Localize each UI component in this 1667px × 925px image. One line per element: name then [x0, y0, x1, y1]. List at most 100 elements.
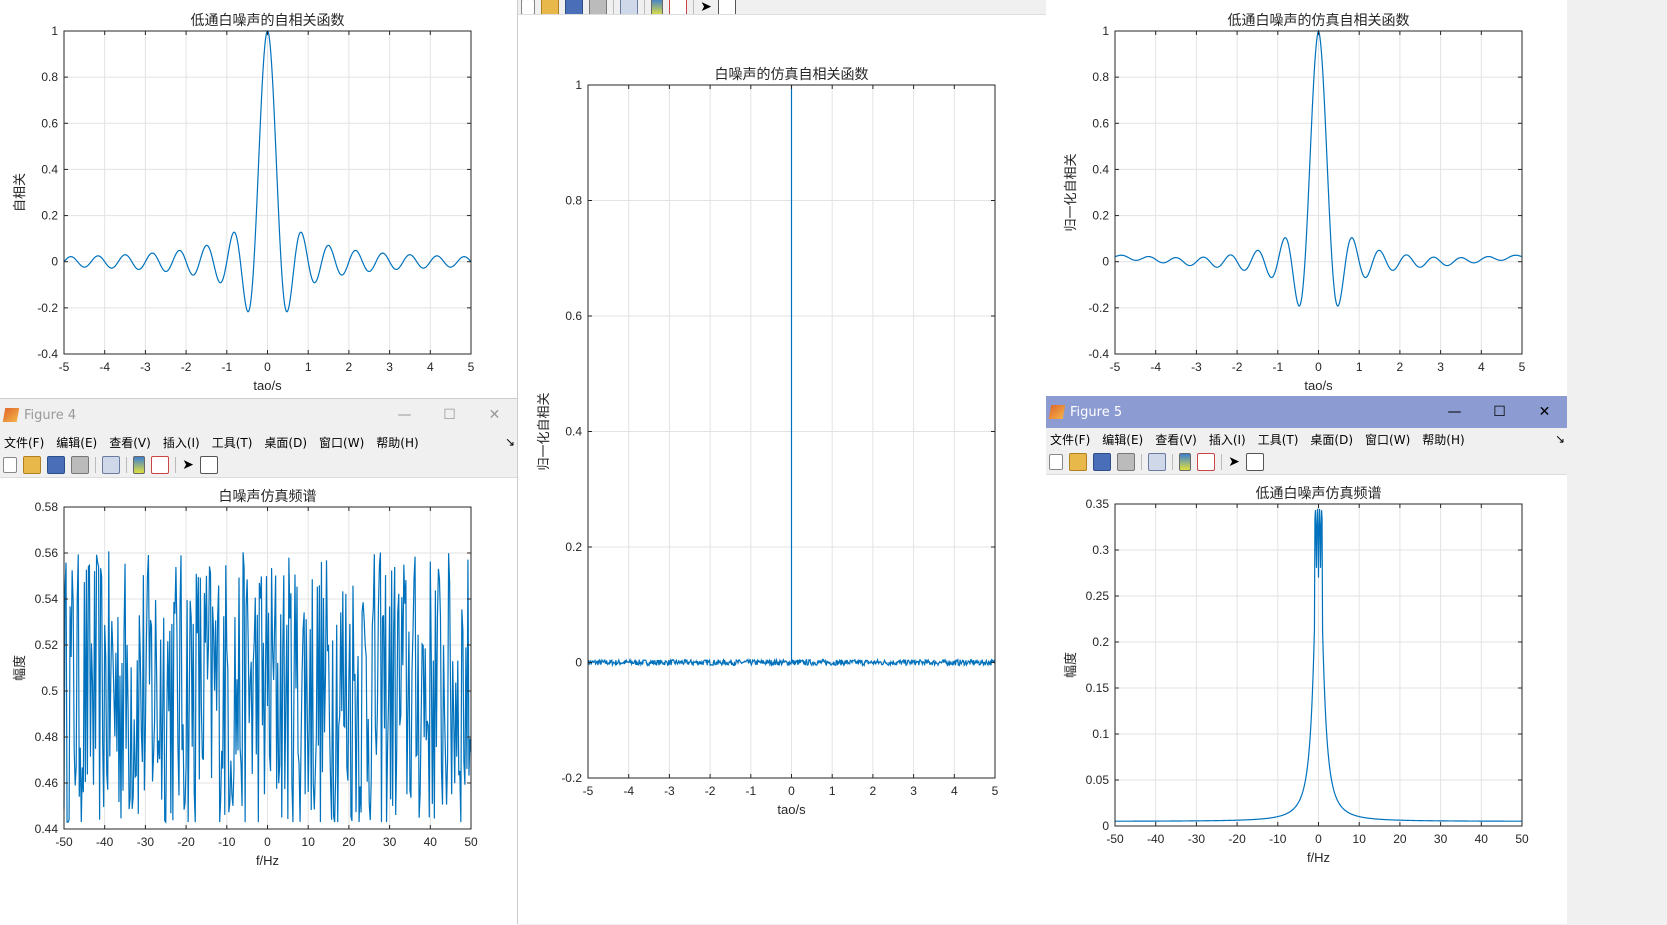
y-tick-label: 0.52: [35, 638, 59, 652]
toolbar-separator: [613, 0, 614, 14]
menu-help[interactable]: 帮助(H): [1422, 431, 1464, 448]
x-tick-label: -50: [55, 835, 73, 849]
menu-edit[interactable]: 编辑(E): [1102, 431, 1143, 448]
x-tick-label: -3: [1191, 360, 1202, 374]
x-tick-label: -5: [583, 784, 594, 798]
figure-toolbar: ➤: [0, 453, 517, 478]
link-plot-icon[interactable]: [102, 456, 120, 474]
menu-edit[interactable]: 编辑(E): [56, 434, 97, 451]
x-tick-label: 0: [1315, 360, 1322, 374]
menu-view[interactable]: 查看(V): [1155, 431, 1197, 448]
menu-desktop[interactable]: 桌面(D): [1310, 431, 1353, 448]
chart-title: 白噪声的仿真自相关函数: [715, 67, 869, 83]
y-tick-label: 0: [575, 656, 582, 670]
y-tick-label: 0.15: [1086, 681, 1110, 695]
x-axis-label: f/Hz: [1307, 850, 1330, 865]
open-folder-icon[interactable]: [1069, 453, 1087, 471]
minimize-button[interactable]: —: [382, 407, 427, 423]
pointer-icon[interactable]: ➤: [182, 457, 194, 473]
pointer-icon[interactable]: ➤: [1228, 454, 1240, 470]
open-folder-icon[interactable]: [541, 0, 559, 14]
y-tick-label: 0.4: [41, 162, 58, 176]
figure-window-white-noise-autocorr: ➤ -5 -4 -3 -2 -1 0 1 2 3 4 5 -0.2 0 0.2 0.4 0.6 0.8 1 白噪声的…: [517, 0, 1047, 924]
save-icon[interactable]: [1093, 453, 1111, 471]
save-icon[interactable]: [47, 456, 65, 474]
y-tick-label: 0.56: [35, 546, 59, 560]
open-folder-icon[interactable]: [23, 456, 41, 474]
menu-help[interactable]: 帮助(H): [376, 434, 418, 451]
y-axis-label: 幅度: [1063, 652, 1079, 678]
new-file-icon[interactable]: [1049, 454, 1063, 470]
colorbar-icon[interactable]: [651, 0, 663, 14]
maximize-button[interactable]: ☐: [427, 407, 472, 423]
save-icon[interactable]: [565, 0, 583, 14]
legend-icon[interactable]: [151, 456, 169, 474]
property-inspector-icon[interactable]: [718, 0, 736, 14]
link-plot-icon[interactable]: [620, 0, 638, 14]
x-tick-label: 30: [1434, 832, 1448, 846]
y-tick-label: 0.05: [1086, 773, 1110, 787]
close-button[interactable]: ✕: [1522, 404, 1567, 420]
menu-insert[interactable]: 插入(I): [1209, 431, 1246, 448]
menu-view[interactable]: 查看(V): [109, 434, 151, 451]
dock-arrow-icon[interactable]: ↘: [1555, 432, 1565, 446]
figure-canvas: -50 -40 -30 -20 -10 0 10 20 30 40 50 0.44 0.46 0.48 0.…: [0, 478, 517, 925]
minimize-button[interactable]: —: [1432, 404, 1477, 420]
figure-canvas: -5 -4 -3 -2 -1 0 1 2 3 4 5 -0.4 -0.2 0 0.2 0.4 0.6 0.8 1 低通…: [1046, 0, 1567, 396]
menu-tools[interactable]: 工具(T): [1258, 431, 1299, 448]
colorbar-icon[interactable]: [133, 456, 145, 474]
title-bar[interactable]: Figure 5 — ☐ ✕: [1046, 396, 1567, 428]
menu-window[interactable]: 窗口(W): [319, 434, 364, 451]
y-tick-label: 0.8: [41, 70, 58, 84]
figure-4-window: Figure 4 — ☐ ✕ 文件(F) 编辑(E) 查看(V) 插入(I) 工…: [0, 398, 517, 925]
property-inspector-icon[interactable]: [200, 456, 218, 474]
x-tick-label: 5: [992, 784, 999, 798]
maximize-button[interactable]: ☐: [1477, 404, 1522, 420]
menu-file[interactable]: 文件(F): [1050, 431, 1090, 448]
x-axis-label: tao/s: [253, 378, 282, 393]
dock-arrow-icon[interactable]: ↘: [505, 435, 515, 449]
close-button[interactable]: ✕: [472, 407, 517, 423]
x-tick-label: 10: [302, 835, 316, 849]
title-bar[interactable]: Figure 4 — ☐ ✕: [0, 399, 517, 431]
y-tick-label: -0.4: [1088, 347, 1109, 361]
link-plot-icon[interactable]: [1148, 453, 1166, 471]
x-tick-label: 5: [468, 360, 475, 374]
print-icon[interactable]: [1117, 453, 1135, 471]
x-tick-label: 30: [383, 835, 397, 849]
y-tick-label: 0.2: [1092, 635, 1109, 649]
toolbar-separator: [1221, 454, 1222, 470]
new-file-icon[interactable]: [521, 0, 535, 14]
x-tick-label: 3: [1437, 360, 1444, 374]
y-tick-label: 1: [575, 78, 582, 92]
legend-icon[interactable]: [1197, 453, 1215, 471]
x-tick-label: 5: [1519, 360, 1526, 374]
chart-title: 白噪声仿真频谱: [219, 489, 317, 505]
pointer-icon[interactable]: ➤: [700, 0, 712, 14]
y-tick-label: 0.2: [565, 540, 582, 554]
chart-lp-autocorr: -5 -4 -3 -2 -1 0 1 2 3 4 5 -0.4 -0.2 0 0.2 0.4 0.6 0.8 1 低通…: [13, 13, 475, 393]
menu-tools[interactable]: 工具(T): [212, 434, 253, 451]
x-tick-label: -2: [181, 360, 192, 374]
figure-window-autocorr: -5 -4 -3 -2 -1 0 1 2 3 4 5 -0.4 -0.2 0 0.2 0.4 0.6 0.8 1 低通…: [0, 0, 517, 398]
legend-icon[interactable]: [669, 0, 687, 14]
window-title: Figure 4: [24, 407, 77, 423]
data-line: [587, 85, 996, 668]
y-tick-label: 0.4: [1092, 162, 1109, 176]
x-axis-label: tao/s: [777, 802, 806, 817]
x-tick-label: -2: [1232, 360, 1243, 374]
property-inspector-icon[interactable]: [1246, 453, 1264, 471]
print-icon[interactable]: [71, 456, 89, 474]
menu-file[interactable]: 文件(F): [4, 434, 44, 451]
menu-window[interactable]: 窗口(W): [1365, 431, 1410, 448]
new-file-icon[interactable]: [3, 457, 17, 473]
y-tick-label: -0.2: [561, 771, 582, 785]
menu-desktop[interactable]: 桌面(D): [264, 434, 307, 451]
x-tick-label: -3: [664, 784, 675, 798]
y-tick-label: 0.6: [41, 116, 58, 130]
matlab-logo-icon: [2, 408, 20, 422]
print-icon[interactable]: [589, 0, 607, 14]
menu-insert[interactable]: 插入(I): [163, 434, 200, 451]
x-tick-label: 50: [1515, 832, 1529, 846]
colorbar-icon[interactable]: [1179, 453, 1191, 471]
